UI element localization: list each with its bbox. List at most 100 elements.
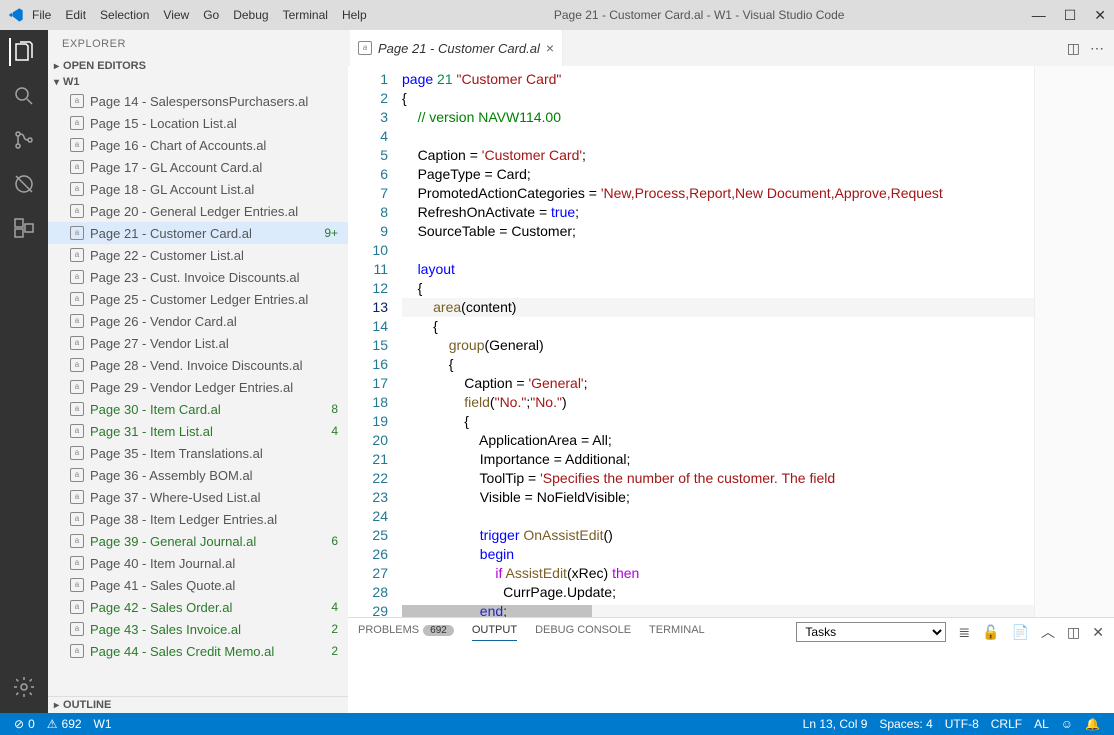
menu-go[interactable]: Go <box>203 8 219 22</box>
file-icon: a <box>70 490 84 504</box>
status-errors[interactable]: ⊘ 0 <box>8 717 41 731</box>
file-tree-item[interactable]: aPage 20 - General Ledger Entries.al <box>48 200 348 222</box>
file-tree-item[interactable]: aPage 27 - Vendor List.al <box>48 332 348 354</box>
code-content[interactable]: page 21 "Customer Card"{ // version NAVW… <box>402 66 1034 617</box>
menu-debug[interactable]: Debug <box>233 8 268 22</box>
file-name-label: Page 16 - Chart of Accounts.al <box>90 138 338 153</box>
status-language[interactable]: AL <box>1028 717 1055 731</box>
window-controls: — ☐ ✕ <box>1032 7 1106 24</box>
workspace-header[interactable]: W1 <box>48 74 348 90</box>
activity-search-icon[interactable] <box>10 82 38 110</box>
file-tree-item[interactable]: aPage 31 - Item List.al4 <box>48 420 348 442</box>
code-editor[interactable]: 1234567891011121314151617181920212223242… <box>348 66 1114 617</box>
output-channel-select[interactable]: Tasks <box>796 622 946 642</box>
explorer-sidebar: EXPLORER OPEN EDITORS W1 aPage 14 - Sale… <box>48 30 348 713</box>
file-tree-item[interactable]: aPage 35 - Item Translations.al <box>48 442 348 464</box>
activity-explorer-icon[interactable] <box>9 38 37 66</box>
file-icon: a <box>70 182 84 196</box>
file-tree-item[interactable]: aPage 14 - SalespersonsPurchasers.al <box>48 90 348 112</box>
file-badge: 8 <box>331 402 338 416</box>
menu-edit[interactable]: Edit <box>65 8 86 22</box>
horizontal-scrollbar[interactable] <box>402 605 1034 617</box>
file-icon: a <box>70 578 84 592</box>
file-name-label: Page 40 - Item Journal.al <box>90 556 338 571</box>
status-indent[interactable]: Spaces: 4 <box>873 717 938 731</box>
file-tree-item[interactable]: aPage 28 - Vend. Invoice Discounts.al <box>48 354 348 376</box>
close-panel-icon[interactable]: ✕ <box>1092 624 1104 641</box>
file-badge: 4 <box>331 424 338 438</box>
tab-close-icon[interactable]: × <box>546 40 554 56</box>
file-icon: a <box>70 160 84 174</box>
file-tree-item[interactable]: aPage 36 - Assembly BOM.al <box>48 464 348 486</box>
file-tree-item[interactable]: aPage 26 - Vendor Card.al <box>48 310 348 332</box>
file-icon: a <box>70 402 84 416</box>
activity-extensions-icon[interactable] <box>10 214 38 242</box>
file-tree-item[interactable]: aPage 43 - Sales Invoice.al2 <box>48 618 348 640</box>
file-tree-item[interactable]: aPage 37 - Where-Used List.al <box>48 486 348 508</box>
file-tree-item[interactable]: aPage 44 - Sales Credit Memo.al2 <box>48 640 348 662</box>
minimap[interactable] <box>1034 66 1114 617</box>
file-name-label: Page 25 - Customer Ledger Entries.al <box>90 292 338 307</box>
status-cursor-position[interactable]: Ln 13, Col 9 <box>797 717 874 731</box>
close-button[interactable]: ✕ <box>1094 7 1106 24</box>
open-file-icon[interactable]: 📄 <box>1012 624 1029 641</box>
file-name-label: Page 21 - Customer Card.al <box>90 226 320 241</box>
file-tree-item[interactable]: aPage 30 - Item Card.al8 <box>48 398 348 420</box>
file-tree-item[interactable]: aPage 18 - GL Account List.al <box>48 178 348 200</box>
file-tree-item[interactable]: aPage 25 - Customer Ledger Entries.al <box>48 288 348 310</box>
clear-output-icon[interactable]: ≣ <box>958 624 970 641</box>
tab-customer-card[interactable]: a Page 21 - Customer Card.al × <box>350 30 563 66</box>
maximize-panel-icon[interactable]: ◫ <box>1067 624 1080 641</box>
panel-tab-output[interactable]: OUTPUT <box>472 624 517 641</box>
status-notifications-icon[interactable]: 🔔 <box>1079 717 1106 731</box>
file-icon: a <box>70 556 84 570</box>
menu-selection[interactable]: Selection <box>100 8 149 22</box>
file-tree-item[interactable]: aPage 42 - Sales Order.al4 <box>48 596 348 618</box>
status-warnings[interactable]: ⚠ 692 <box>41 717 88 731</box>
file-tree-item[interactable]: a Page 40 - Item Journal.al <box>48 552 348 574</box>
menu-file[interactable]: File <box>32 8 51 22</box>
file-tree-item[interactable]: aPage 22 - Customer List.al <box>48 244 348 266</box>
file-tree-item[interactable]: a Page 16 - Chart of Accounts.al <box>48 134 348 156</box>
file-tree-item[interactable]: aPage 29 - Vendor Ledger Entries.al <box>48 376 348 398</box>
more-icon[interactable]: ⋯ <box>1090 40 1104 57</box>
panel-tab-debug-console[interactable]: DEBUG CONSOLE <box>535 624 631 640</box>
activity-debug-icon[interactable] <box>10 170 38 198</box>
file-tree-item[interactable]: aPage 39 - General Journal.al6 <box>48 530 348 552</box>
file-tree-item[interactable]: aPage 15 - Location List.al <box>48 112 348 134</box>
menu-help[interactable]: Help <box>342 8 367 22</box>
outline-header[interactable]: OUTLINE <box>48 696 348 713</box>
file-name-label: Page 43 - Sales Invoice.al <box>90 622 327 637</box>
scrollbar-thumb[interactable] <box>402 605 592 617</box>
editor-tabs: a Page 21 - Customer Card.al × ◫ ⋯ <box>348 30 1114 66</box>
file-tree-item[interactable]: aPage 17 - GL Account Card.al <box>48 156 348 178</box>
panel-tab-terminal[interactable]: TERMINAL <box>649 624 705 640</box>
file-tree-item[interactable]: aPage 41 - Sales Quote.al <box>48 574 348 596</box>
file-icon: a <box>70 138 84 152</box>
menu-terminal[interactable]: Terminal <box>283 8 328 22</box>
status-eol[interactable]: CRLF <box>985 717 1028 731</box>
maximize-button[interactable]: ☐ <box>1064 7 1077 24</box>
file-tree-item[interactable]: aPage 21 - Customer Card.al9+ <box>48 222 348 244</box>
activity-settings-icon[interactable] <box>10 673 38 701</box>
panel-tab-problems[interactable]: PROBLEMS692 <box>358 624 454 640</box>
titlebar: File Edit Selection View Go Debug Termin… <box>0 0 1114 30</box>
file-name-label: Page 22 - Customer List.al <box>90 248 338 263</box>
file-icon: a <box>358 41 372 55</box>
file-icon: a <box>70 380 84 394</box>
file-name-label: Page 36 - Assembly BOM.al <box>90 468 338 483</box>
file-tree: aPage 14 - SalespersonsPurchasers.alaPag… <box>48 90 348 696</box>
lock-scroll-icon[interactable]: 🔓 <box>982 624 999 641</box>
file-tree-item[interactable]: aPage 23 - Cust. Invoice Discounts.al <box>48 266 348 288</box>
status-encoding[interactable]: UTF-8 <box>939 717 985 731</box>
activity-scm-icon[interactable] <box>10 126 38 154</box>
file-tree-item[interactable]: aPage 38 - Item Ledger Entries.al <box>48 508 348 530</box>
open-editors-header[interactable]: OPEN EDITORS <box>48 58 348 74</box>
status-branch[interactable]: W1 <box>88 717 118 731</box>
menu-view[interactable]: View <box>163 8 189 22</box>
chevron-up-icon[interactable]: ︿ <box>1041 622 1055 642</box>
minimize-button[interactable]: — <box>1032 7 1046 24</box>
split-editor-icon[interactable]: ◫ <box>1067 40 1080 57</box>
status-feedback-icon[interactable]: ☺ <box>1055 717 1079 731</box>
file-name-label: Page 44 - Sales Credit Memo.al <box>90 644 327 659</box>
